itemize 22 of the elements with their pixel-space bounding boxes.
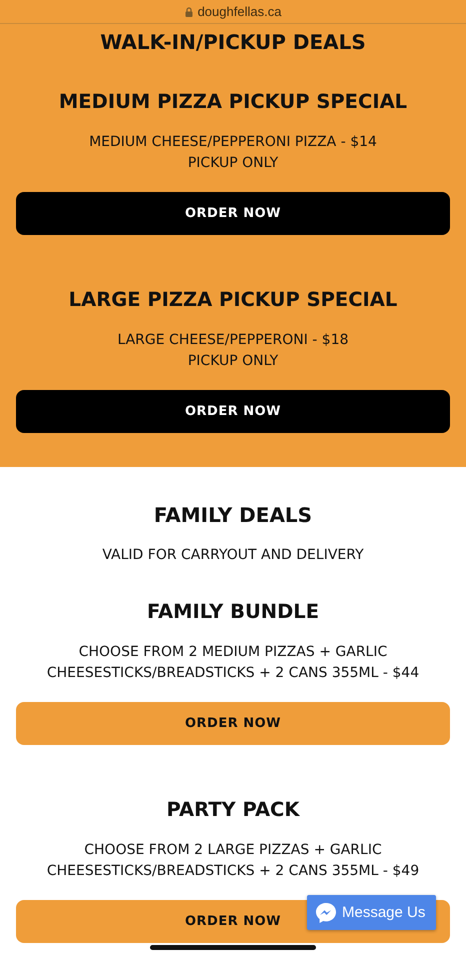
chat-bubble-icon bbox=[315, 902, 337, 924]
deal-title: LARGE PIZZA PICKUP SPECIAL bbox=[68, 287, 398, 313]
deal-description: CHOOSE FROM 2 MEDIUM PIZZAS + GARLIC bbox=[78, 643, 388, 662]
deal-description: CHOOSE FROM 2 LARGE PIZZAS + GARLIC bbox=[84, 841, 382, 860]
section-heading: WALK-IN/PICKUP DEALS bbox=[99, 29, 367, 56]
section-heading: FAMILY DEALS bbox=[152, 502, 314, 529]
order-button[interactable]: ORDER NOW bbox=[16, 192, 450, 235]
address-bar[interactable]: doughfellas.ca bbox=[184, 4, 282, 19]
deal-title: FAMILY BUNDLE bbox=[146, 599, 320, 625]
deal-title: PARTY PACK bbox=[166, 797, 301, 823]
deal-description: MEDIUM CHEESE/PEPPERONI PIZZA - $14 bbox=[89, 133, 377, 152]
order-button[interactable]: ORDER NOW bbox=[16, 702, 450, 745]
deal-description: CHEESESTICKS/BREADSTICKS + 2 CANS 355ML - $44 bbox=[46, 664, 420, 683]
deal-description: PICKUP ONLY bbox=[188, 352, 278, 371]
order-button[interactable]: ORDER NOW bbox=[16, 390, 450, 433]
deal-title: MEDIUM PIZZA PICKUP SPECIAL bbox=[58, 89, 408, 115]
deal-description: CHEESESTICKS/BREADSTICKS + 2 CANS 355ML - $49 bbox=[46, 862, 420, 881]
deal-description: PICKUP ONLY bbox=[188, 154, 278, 173]
deal-description: LARGE CHEESE/PEPPERONI - $18 bbox=[117, 331, 349, 350]
chat-toast[interactable]: Message Us bbox=[307, 895, 436, 930]
lock-icon bbox=[184, 6, 193, 16]
section-subtitle: VALID FOR CARRYOUT AND DELIVERY bbox=[101, 546, 365, 565]
